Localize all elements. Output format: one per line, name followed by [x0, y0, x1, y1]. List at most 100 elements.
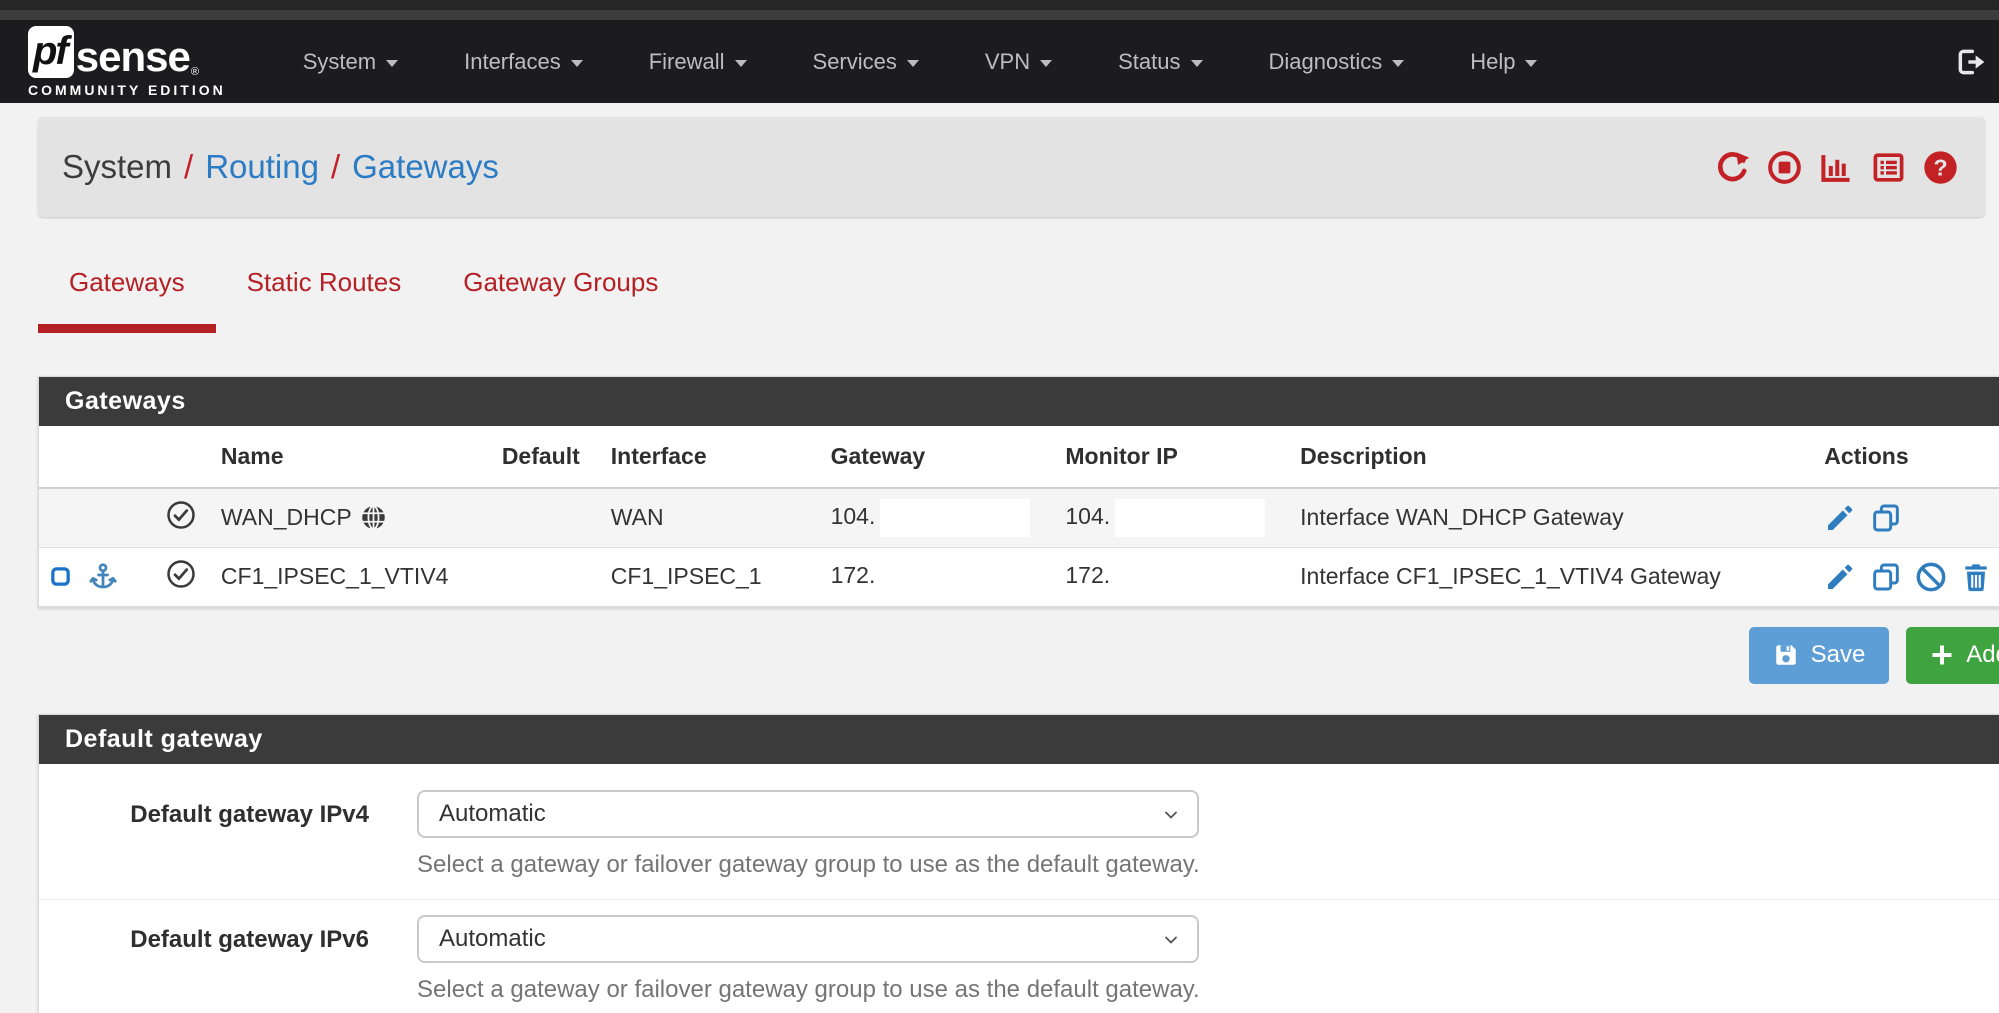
- nav-item-diagnostics[interactable]: Diagnostics: [1236, 49, 1438, 75]
- ipv4-help-text: Select a gateway or failover gateway gro…: [417, 851, 1200, 879]
- help-icon[interactable]: ?: [1922, 149, 1959, 186]
- window-top-strip: [0, 0, 1999, 10]
- caret-down-icon: [1392, 60, 1404, 67]
- caret-down-icon: [1040, 60, 1052, 67]
- browser-strip: [0, 10, 1999, 20]
- edit-pencil-icon[interactable]: [1824, 561, 1856, 593]
- nav-item-firewall[interactable]: Firewall: [616, 49, 780, 75]
- nav-item-vpn[interactable]: VPN: [952, 49, 1085, 75]
- gateway-name: WAN_DHCP: [221, 504, 352, 531]
- gateway-status-cell: [151, 488, 211, 547]
- monitor-ip-cell: 172.: [1055, 547, 1290, 606]
- gateway-name: CF1_IPSEC_1_VTIV4: [221, 563, 449, 589]
- gateway-address-cell: 104.: [821, 488, 1056, 547]
- caret-down-icon: [907, 60, 919, 67]
- row-left-icons-cell: [39, 488, 151, 547]
- form-control: Automatic Select a gateway or failover g…: [417, 790, 1200, 879]
- nav-item-label: System: [303, 49, 376, 75]
- gateway-name-cell: CF1_IPSEC_1_VTIV4: [211, 547, 481, 606]
- redacted-value: [880, 558, 1030, 596]
- breadcrumb-bar: System / Routing / Gateways ?: [38, 117, 1985, 217]
- trash-icon[interactable]: [1960, 561, 1992, 593]
- gateways-panel: Gateways Name Default Interface Gateway …: [38, 376, 1999, 608]
- breadcrumb-separator: /: [184, 148, 193, 186]
- gateways-panel-title: Gateways: [39, 377, 1999, 426]
- check-circle-icon: [166, 500, 196, 530]
- gateway-address: 172.: [831, 562, 876, 588]
- add-button[interactable]: Add: [1906, 627, 1999, 684]
- square-outline-icon: [49, 565, 72, 588]
- chart-bar-icon[interactable]: [1818, 149, 1855, 186]
- form-row-ipv4: Default gateway IPv4 Automatic Select a …: [39, 764, 1999, 899]
- column-spacer: [39, 426, 151, 488]
- logo-registered-mark: ®: [191, 67, 199, 78]
- gateways-table: Name Default Interface Gateway Monitor I…: [39, 426, 1999, 607]
- stop-icon[interactable]: [1766, 149, 1803, 186]
- edit-pencil-icon[interactable]: [1824, 502, 1856, 534]
- table-row-wan-dhcp: WAN_DHCP WAN 104. 104. Interface WAN_DHC…: [39, 488, 1999, 547]
- breadcrumb-link-gateways[interactable]: Gateways: [352, 148, 499, 186]
- caret-down-icon: [571, 60, 583, 67]
- nav-item-status[interactable]: Status: [1085, 49, 1235, 75]
- nav-item-system[interactable]: System: [270, 49, 431, 75]
- default-gateway-ipv6-select[interactable]: Automatic: [417, 915, 1199, 963]
- table-row-cf1-ipsec: CF1_IPSEC_1_VTIV4 CF1_IPSEC_1 172. 172. …: [39, 547, 1999, 606]
- logo-sense-text: sense: [76, 36, 190, 78]
- default-gateway-ipv6-label: Default gateway IPv6: [39, 915, 369, 1004]
- redacted-value: [1115, 558, 1265, 596]
- breadcrumb-section: System: [62, 148, 172, 186]
- globe-icon: [360, 504, 387, 531]
- select-value: Automatic: [439, 925, 546, 953]
- gateway-interface-cell: CF1_IPSEC_1: [601, 547, 821, 606]
- logo-pf-badge: pf: [28, 26, 74, 78]
- gateway-address: 104.: [831, 503, 876, 529]
- default-gateway-ipv4-select[interactable]: Automatic: [417, 790, 1199, 838]
- select-value: Automatic: [439, 800, 546, 828]
- nav-item-label: VPN: [985, 49, 1030, 75]
- nav-item-label: Interfaces: [464, 49, 561, 75]
- pfsense-logo[interactable]: pf sense ® COMMUNITY EDITION: [28, 26, 226, 98]
- breadcrumb: System / Routing / Gateways: [62, 148, 499, 186]
- breadcrumb-separator: /: [331, 148, 340, 186]
- nav-item-label: Services: [813, 49, 897, 75]
- caret-down-icon: [1191, 60, 1203, 67]
- caret-down-icon: [386, 60, 398, 67]
- ban-icon[interactable]: [1915, 561, 1947, 593]
- svg-text:?: ?: [1933, 154, 1947, 180]
- form-actions: Save Add: [38, 627, 1999, 684]
- nav-item-services[interactable]: Services: [780, 49, 952, 75]
- column-spacer: [151, 426, 211, 488]
- save-floppy-icon: [1773, 642, 1799, 668]
- top-navbar: pf sense ® COMMUNITY EDITION System Inte…: [0, 20, 1999, 103]
- copy-icon[interactable]: [1870, 502, 1902, 534]
- nav-item-interfaces[interactable]: Interfaces: [431, 49, 616, 75]
- gateway-actions-cell: [1814, 488, 1999, 547]
- add-button-label: Add: [1966, 641, 1999, 669]
- nav-item-label: Status: [1118, 49, 1180, 75]
- nav-item-label: Diagnostics: [1269, 49, 1383, 75]
- routing-tabs: Gateways Static Routes Gateway Groups: [38, 267, 1999, 333]
- page-header-actions: ?: [1714, 149, 1959, 186]
- tab-gateway-groups[interactable]: Gateway Groups: [432, 267, 689, 333]
- redacted-value: [880, 499, 1030, 537]
- breadcrumb-link-routing[interactable]: Routing: [205, 148, 319, 186]
- log-icon[interactable]: [1870, 149, 1907, 186]
- column-description: Description: [1290, 426, 1814, 488]
- default-gateway-panel-title: Default gateway: [39, 715, 1999, 764]
- gateway-name-cell: WAN_DHCP: [211, 488, 481, 547]
- tab-gateways[interactable]: Gateways: [38, 267, 216, 333]
- gateway-actions-cell: [1814, 547, 1999, 606]
- nav-item-help[interactable]: Help: [1437, 49, 1570, 75]
- refresh-icon[interactable]: [1714, 149, 1751, 186]
- default-gateway-panel: Default gateway Default gateway IPv4 Aut…: [38, 714, 1999, 1013]
- save-button[interactable]: Save: [1749, 627, 1890, 684]
- caret-down-icon: [735, 60, 747, 67]
- sign-out-icon[interactable]: [1955, 46, 1989, 78]
- tab-static-routes[interactable]: Static Routes: [216, 267, 433, 333]
- logo-tagline: COMMUNITY EDITION: [28, 82, 226, 98]
- caret-down-icon: [1525, 60, 1537, 67]
- pfsense-logo-text: pf sense ®: [28, 26, 226, 78]
- default-gateway-ipv4-label: Default gateway IPv4: [39, 790, 369, 879]
- copy-icon[interactable]: [1870, 561, 1902, 593]
- navbar-menu: System Interfaces Firewall Services VPN …: [270, 49, 1571, 75]
